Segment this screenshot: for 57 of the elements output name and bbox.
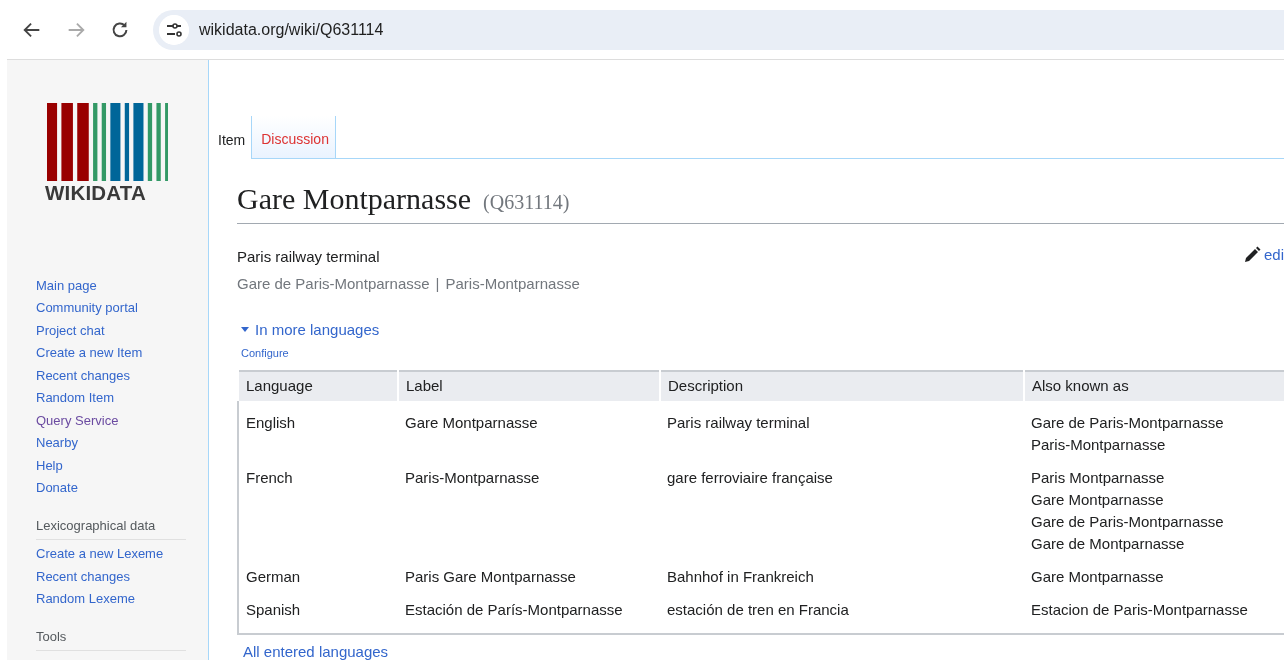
table-cell: Estación de París-Montparnasse <box>398 587 660 634</box>
column-header: Also known as <box>1024 371 1284 401</box>
sidebar-link[interactable]: Create a new Item <box>36 342 208 365</box>
page-title: Gare Montparnasse (Q631114) <box>237 181 1284 224</box>
table-cell-text: Gare de Paris-Montparnasse <box>1031 412 1225 433</box>
table-cell-text: Estacion de Paris-Montparnasse <box>1031 599 1249 620</box>
table-cell-text: Gare Montparnasse <box>1031 489 1165 510</box>
sidebar-link[interactable]: Project chat <box>36 319 208 342</box>
sidebar-link[interactable]: Main page <box>36 274 208 297</box>
page-tab[interactable]: Discussion <box>252 116 336 158</box>
sidebar-heading: Lexicographical data <box>36 515 186 540</box>
sidebar-link[interactable]: Create a new Lexeme <box>36 543 208 566</box>
table-cell: Spanish <box>238 587 398 634</box>
table-cell-text: Gare Montparnasse <box>1031 566 1165 587</box>
table-cell-text: Paris Montparnasse <box>1031 467 1166 488</box>
barcode-logo-icon <box>45 103 168 181</box>
pencil-icon <box>1242 246 1261 265</box>
edit-link[interactable]: edi <box>1242 244 1284 267</box>
table-cell: Paris railway terminal <box>660 400 1024 456</box>
item-description: Paris railway terminal <box>237 247 380 267</box>
configure-link[interactable]: Configure <box>241 344 1284 361</box>
all-languages-link[interactable]: All entered languages <box>243 640 1284 661</box>
sidebar-link[interactable]: Nearby <box>36 432 208 455</box>
table-cell-text: gare ferroviaire française <box>666 467 834 488</box>
sidebar-heading: Tools <box>36 626 186 651</box>
sidebar-link[interactable]: Random Item <box>36 387 208 410</box>
wikidata-logo[interactable]: WIKIDATA <box>45 103 168 204</box>
sidebar-link[interactable]: Community portal <box>36 297 208 320</box>
table-cell-text: Gare de Montparnasse <box>1031 533 1186 554</box>
table-cell-text: Paris-Montparnasse <box>404 467 541 488</box>
table-cell: Gare Montparnasse <box>398 400 660 456</box>
table-cell: estación de tren en Francia <box>660 587 1024 634</box>
page-tab[interactable]: Item <box>209 116 253 159</box>
sidebar-link[interactable]: Random Lexeme <box>36 588 208 611</box>
sidebar-link[interactable]: Query Service <box>36 409 208 432</box>
address-bar[interactable]: wikidata.org/wiki/Q631114 <box>153 9 1284 50</box>
table-cell: French <box>238 455 398 555</box>
table-cell: German <box>238 554 398 588</box>
table-cell: English <box>238 400 398 456</box>
sidebar-link[interactable]: Recent changes <box>36 565 208 588</box>
column-header: Label <box>398 371 660 401</box>
column-header: Language <box>238 371 398 401</box>
column-header: Description <box>660 371 1024 401</box>
table-cell-text: Bahnhof in Frankreich <box>666 566 815 587</box>
caret-icon <box>241 327 249 334</box>
languages-toggle[interactable]: In more languages <box>241 319 380 342</box>
item-alias: Paris-Montparnasse <box>445 274 580 292</box>
sidebar-link[interactable]: Help <box>36 454 208 477</box>
sidebar-link[interactable]: Recent changes <box>36 364 208 387</box>
table-cell-text: Paris-Montparnasse <box>1031 434 1167 455</box>
table-cell-text: Gare de Paris-Montparnasse <box>1031 511 1225 532</box>
separator: | <box>435 274 440 292</box>
table-cell-text: Paris Gare Montparnasse <box>404 566 577 587</box>
item-alias: Gare de Paris-Montparnasse <box>237 274 430 292</box>
url-text: wikidata.org/wiki/Q631114 <box>199 19 384 40</box>
sidebar-link[interactable]: Donate <box>36 477 208 500</box>
item-id: (Q631114) <box>483 191 570 213</box>
